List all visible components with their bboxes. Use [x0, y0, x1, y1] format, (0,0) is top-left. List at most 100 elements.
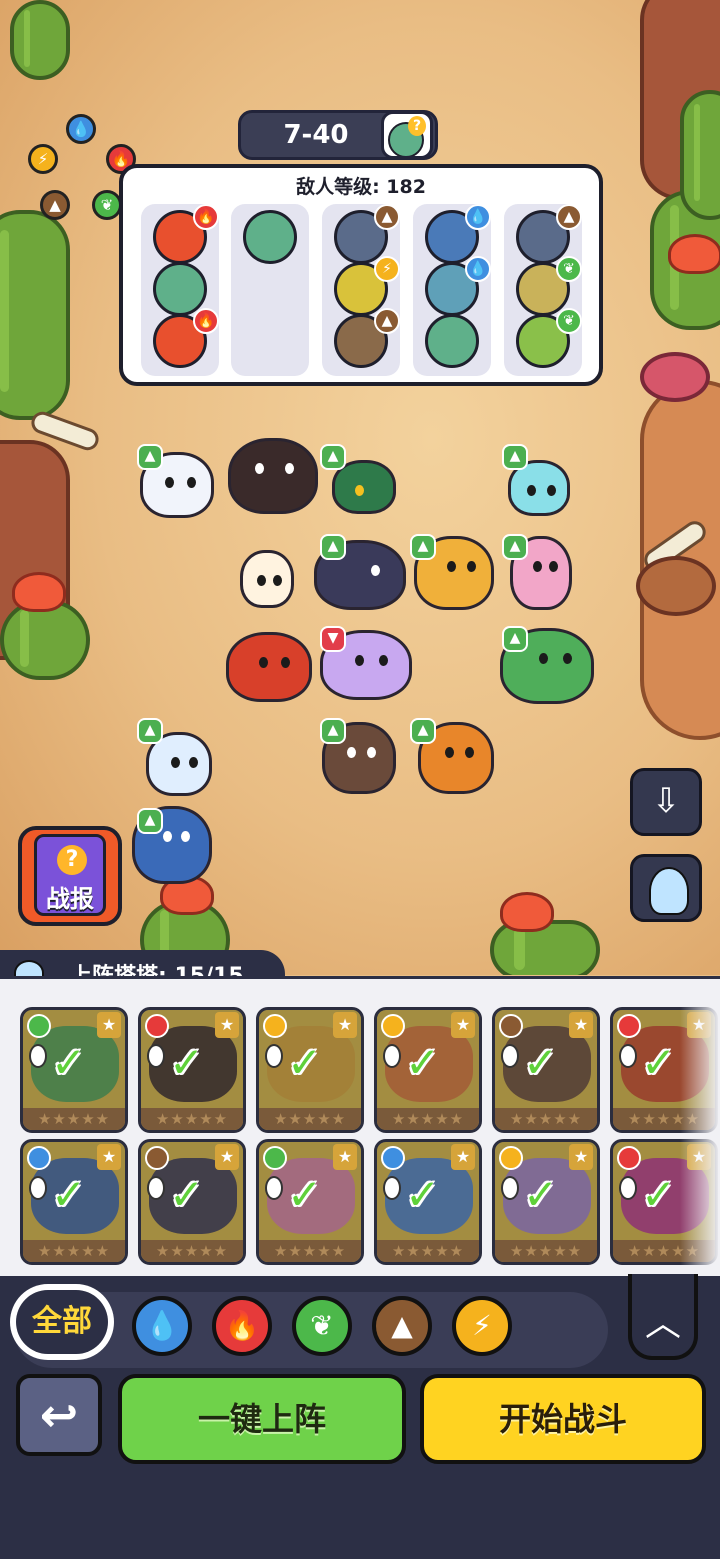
chevron-up-icon: ︿: [644, 1303, 681, 1344]
downgrade-badge: ▼: [320, 626, 346, 652]
check-icon: ✓: [169, 1038, 205, 1087]
pet-card[interactable]: ★ ✓ ★★★★★: [492, 1007, 600, 1133]
enemy-column: 🔥 🔥: [141, 204, 219, 376]
check-icon: ✓: [287, 1170, 323, 1219]
pet-card[interactable]: ★ ✓ ★★★★★: [256, 1007, 364, 1133]
level-slot-icon: [147, 1176, 165, 1200]
pet-chick[interactable]: [240, 550, 294, 608]
upgrade-badge: ▲: [410, 718, 436, 744]
enemy-column: ▲ ⚡ ▲: [322, 204, 400, 376]
back-button[interactable]: ↩: [16, 1374, 102, 1456]
level-slot-icon: [619, 1176, 637, 1200]
question-icon: ?: [57, 845, 87, 875]
fire-icon: [145, 1014, 169, 1038]
lightning-icon: ⚡: [28, 144, 58, 174]
level-slot-icon: [619, 1044, 637, 1068]
cactus-decoration: [10, 0, 70, 80]
nature-icon: [263, 1146, 287, 1170]
star-icon: ★: [451, 1012, 475, 1038]
star-icon: ★: [215, 1144, 239, 1170]
pet-card[interactable]: ★ ✓ ★★★★★: [492, 1139, 600, 1265]
zombie-question-icon[interactable]: ?: [381, 111, 433, 159]
enemy-portrait[interactable]: [425, 314, 479, 368]
enemy-column: [231, 204, 309, 376]
upgrade-badge: ▲: [502, 534, 528, 560]
level-slot-icon: [29, 1176, 47, 1200]
check-icon: ✓: [51, 1038, 87, 1087]
check-icon: ✓: [169, 1170, 205, 1219]
filter-all-button[interactable]: 全部: [10, 1284, 114, 1360]
pet-card[interactable]: ★ ✓ ★★★★★: [20, 1139, 128, 1265]
star-icon: ★: [215, 1012, 239, 1038]
earth-icon: [499, 1014, 523, 1038]
upgrade-badge: ▲: [137, 808, 163, 834]
collapse-button[interactable]: ︿: [628, 1274, 698, 1360]
star-icon: ★: [451, 1144, 475, 1170]
check-icon: ✓: [523, 1038, 559, 1087]
cactus-decoration: [0, 210, 70, 420]
pet-card[interactable]: ★ ✓ ★★★★★: [138, 1139, 246, 1265]
pot-decoration: [636, 556, 716, 616]
pet-fire-dog[interactable]: [228, 438, 318, 514]
earth-icon: ▲: [391, 1309, 413, 1342]
battlefield: 💧 🔥 ❦ ▲ ⚡ 7-40 ? 敌人等级: 182 🔥 🔥 ▲ ⚡ ▲ 💧 💧 ▲ ❦ ❦ ▲ …: [0, 0, 720, 975]
pet-card[interactable]: ★ ✓ ★★★★★: [374, 1007, 482, 1133]
water-icon: 💧: [465, 256, 491, 282]
earth-icon: ▲: [40, 190, 70, 220]
level-slot-icon: [265, 1044, 283, 1068]
nature-icon: [27, 1014, 51, 1038]
flower-decoration: [500, 892, 554, 932]
download-button[interactable]: ⇩: [630, 768, 702, 836]
cactus-decoration: [680, 90, 720, 220]
water-icon: [27, 1146, 51, 1170]
star-rating: ★★★★★: [495, 1240, 597, 1262]
earth-icon: ▲: [556, 204, 582, 230]
pet-card[interactable]: ★ ✓ ★★★★★: [138, 1007, 246, 1133]
upgrade-badge: ▲: [410, 534, 436, 560]
battle-report-button[interactable]: ? 战报: [18, 826, 122, 926]
star-icon: ★: [97, 1144, 121, 1170]
lock-button[interactable]: [630, 854, 702, 922]
lightning-icon: [263, 1014, 287, 1038]
level-slot-icon: [147, 1044, 165, 1068]
filter-all-label: 全部: [16, 1290, 108, 1354]
filter-nature-button[interactable]: ❦: [292, 1296, 352, 1356]
lightning-icon: [499, 1146, 523, 1170]
download-icon: ⇩: [651, 781, 681, 821]
level-slot-icon: [383, 1044, 401, 1068]
check-icon: ✓: [523, 1170, 559, 1219]
upgrade-badge: ▲: [320, 444, 346, 470]
upgrade-badge: ▲: [320, 718, 346, 744]
enemy-portrait[interactable]: [243, 210, 297, 264]
filter-fire-button[interactable]: 🔥: [212, 1296, 272, 1356]
nature-icon: ❦: [310, 1309, 334, 1342]
lightning-icon: ⚡: [472, 1309, 492, 1342]
check-icon: ✓: [287, 1038, 323, 1087]
pet-fire-fox[interactable]: [226, 632, 312, 702]
pet-card[interactable]: ★ ✓ ★★★★★: [20, 1007, 128, 1133]
auto-deploy-button[interactable]: 一键上阵: [118, 1374, 406, 1464]
return-arrow-icon: ↩: [39, 1388, 79, 1442]
cactus-decoration: [0, 600, 90, 680]
fire-icon: 🔥: [193, 204, 219, 230]
filter-earth-button[interactable]: ▲: [372, 1296, 432, 1356]
level-slot-icon: [501, 1044, 519, 1068]
star-rating: ★★★★★: [495, 1108, 597, 1130]
pet-card[interactable]: ★ ✓ ★★★★★: [374, 1139, 482, 1265]
star-rating: ★★★★★: [23, 1240, 125, 1262]
star-icon: ★: [569, 1012, 593, 1038]
water-icon: 💧: [465, 204, 491, 230]
filter-water-button[interactable]: 💧: [132, 1296, 192, 1356]
roster-fade: [680, 979, 720, 1279]
battle-report-label: 战报: [46, 885, 94, 913]
filter-lightning-button[interactable]: ⚡: [452, 1296, 512, 1356]
pet-card[interactable]: ★ ✓ ★★★★★: [256, 1139, 364, 1265]
fire-icon: 🔥: [193, 308, 219, 334]
check-icon: ✓: [405, 1038, 441, 1087]
enemy-portrait[interactable]: [153, 262, 207, 316]
rock-decoration: [640, 352, 710, 402]
start-battle-button[interactable]: 开始战斗: [420, 1374, 706, 1464]
star-rating: ★★★★★: [23, 1108, 125, 1130]
pet-roster[interactable]: ★✓★★★★★★✓★★★★★★✓★★★★★★✓★★★★★★✓★★★★★★✓★★★…: [0, 976, 720, 1279]
check-icon: ✓: [405, 1170, 441, 1219]
